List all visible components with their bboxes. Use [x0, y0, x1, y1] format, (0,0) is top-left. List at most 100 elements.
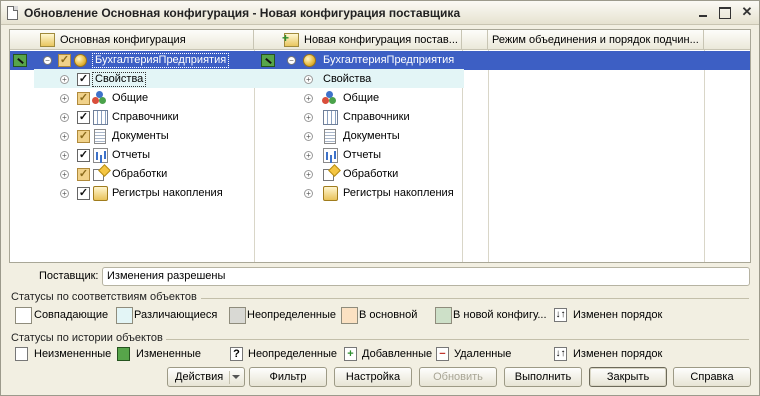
column-header-merge-mode[interactable]: Режим объединения и порядок подчин...	[488, 30, 704, 50]
maximize-button[interactable]	[715, 4, 733, 21]
tree-row[interactable]: + ✓ Документы + Документы	[10, 127, 750, 146]
expand-icon[interactable]: +	[60, 151, 69, 160]
window-title: Обновление Основная конфигурация - Новая…	[24, 6, 461, 20]
row-checkbox[interactable]: ✓	[77, 111, 90, 124]
legend-deleted: − Удаленные	[436, 346, 536, 363]
reports-icon	[323, 148, 338, 163]
row-label-new: Свойства	[323, 73, 372, 85]
order-changed-icon: ↓↑	[554, 308, 567, 322]
chevron-down-icon[interactable]	[232, 375, 240, 379]
legend-different: Различающиеся	[116, 307, 226, 324]
row-label-new: Регистры накопления	[343, 187, 454, 199]
common-icon	[322, 91, 337, 106]
configuration-root-icon	[303, 54, 316, 67]
expand-icon[interactable]: +	[304, 151, 313, 160]
root-label-main: БухгалтерияПредприятия	[92, 53, 230, 68]
title-bar: Обновление Основная конфигурация - Новая…	[1, 1, 759, 25]
documents-icon	[324, 129, 336, 144]
tree-row-root[interactable]: − ✓ БухгалтерияПредприятия − Бухгалтерия…	[10, 51, 750, 70]
execute-button[interactable]: Выполнить	[504, 367, 582, 387]
row-label-main: Справочники	[112, 111, 179, 123]
merge-window: Обновление Основная конфигурация - Новая…	[0, 0, 760, 396]
root-label-new: БухгалтерияПредприятия	[323, 54, 455, 66]
accumulation-registers-icon	[93, 186, 108, 201]
row-label-main: Общие	[112, 92, 149, 104]
accumulation-registers-icon	[323, 186, 338, 201]
column-header-main-config[interactable]: Основная конфигурация	[10, 30, 254, 50]
tree-row[interactable]: + ✓ Обработки + Обработки	[10, 165, 750, 184]
expand-icon[interactable]: +	[304, 113, 313, 122]
legend-changed: Измененные	[117, 346, 217, 363]
expand-icon[interactable]: +	[60, 132, 69, 141]
row-checkbox[interactable]: ✓	[77, 92, 90, 105]
legend-added: + Добавленные	[344, 346, 444, 363]
new-config-icon	[282, 30, 299, 48]
merge-mark-icon[interactable]	[261, 54, 275, 67]
expand-icon[interactable]: +	[60, 113, 69, 122]
root-checkbox[interactable]: ✓	[58, 54, 71, 67]
row-checkbox[interactable]: ✓	[77, 130, 90, 143]
row-label-main: Регистры накопления	[112, 187, 223, 199]
minimize-button[interactable]	[694, 4, 712, 21]
settings-button[interactable]: Настройка	[334, 367, 412, 387]
undefined-icon: ?	[230, 347, 243, 361]
tree-row[interactable]: + ✓ Регистры накопления + Регистры накоп…	[10, 184, 750, 203]
dataprocessors-icon	[93, 169, 104, 181]
row-label-main: Свойства	[92, 72, 147, 87]
tree-row[interactable]: + ✓ Свойства + Свойства	[10, 70, 750, 89]
actions-button[interactable]: Действия	[167, 367, 245, 387]
legend-order-changed: ↓↑ Изменен порядок	[554, 308, 663, 322]
row-label-new: Отчеты	[343, 149, 382, 161]
expand-icon[interactable]: +	[60, 189, 69, 198]
expand-icon[interactable]: +	[60, 170, 69, 179]
expand-icon[interactable]: +	[304, 75, 313, 84]
expand-icon[interactable]: +	[60, 94, 69, 103]
collapse-icon[interactable]: −	[287, 56, 296, 65]
catalogs-icon	[93, 110, 108, 125]
row-checkbox[interactable]: ✓	[77, 73, 90, 86]
legend-unchanged: Неизмененные	[15, 346, 125, 363]
legend-undefined-history: ? Неопределенные	[230, 346, 350, 363]
merge-mark-icon[interactable]	[13, 54, 27, 67]
legend-matching: Совпадающие	[15, 307, 125, 324]
tree-row[interactable]: + ✓ Общие + Общие	[10, 89, 750, 108]
added-icon: +	[344, 347, 357, 361]
legend-order-changed-history: ↓↑ Изменен порядок	[554, 347, 663, 361]
row-label-main: Отчеты	[112, 149, 151, 161]
column-header-new-config[interactable]: Новая конфигурация постав...	[254, 30, 462, 50]
collapse-icon[interactable]: −	[43, 56, 52, 65]
divider	[166, 339, 749, 340]
legend-in-new: В новой конфигу...	[435, 307, 555, 324]
filter-button[interactable]: Фильтр	[249, 367, 327, 387]
row-label-new: Общие	[343, 92, 380, 104]
tree-row[interactable]: + ✓ Отчеты + Отчеты	[10, 146, 750, 165]
close-button[interactable]: Закрыть	[589, 367, 667, 387]
supplier-label: Поставщик:	[39, 270, 99, 282]
divider	[201, 298, 749, 299]
row-checkbox[interactable]: ✓	[77, 187, 90, 200]
column-header-spacer	[462, 30, 488, 50]
help-button[interactable]: Справка	[673, 367, 751, 387]
row-label-main: Документы	[112, 130, 169, 142]
tree-row[interactable]: + ✓ Справочники + Справочники	[10, 108, 750, 127]
expand-icon[interactable]: +	[304, 94, 313, 103]
unchanged-icon	[15, 347, 28, 361]
swatch-in-new	[435, 307, 452, 324]
deleted-icon: −	[436, 347, 449, 361]
order-changed-icon: ↓↑	[554, 347, 567, 361]
expand-icon[interactable]: +	[304, 189, 313, 198]
row-label-new: Обработки	[343, 168, 399, 180]
expand-icon[interactable]: +	[304, 132, 313, 141]
supplier-field[interactable]: Изменения разрешены	[102, 267, 750, 286]
close-window-button[interactable]: ✕	[738, 4, 756, 21]
swatch-different	[116, 307, 133, 324]
refresh-button[interactable]: Обновить	[419, 367, 497, 387]
expand-icon[interactable]: +	[304, 170, 313, 179]
config-icon	[40, 33, 55, 47]
reports-icon	[93, 148, 108, 163]
row-checkbox[interactable]: ✓	[77, 168, 90, 181]
comparison-tree-grid[interactable]: Основная конфигурация Новая конфигурация…	[9, 29, 751, 263]
row-checkbox[interactable]: ✓	[77, 149, 90, 162]
expand-icon[interactable]: +	[60, 75, 69, 84]
match-statuses-title: Статусы по соответствиям объектов	[11, 291, 197, 303]
